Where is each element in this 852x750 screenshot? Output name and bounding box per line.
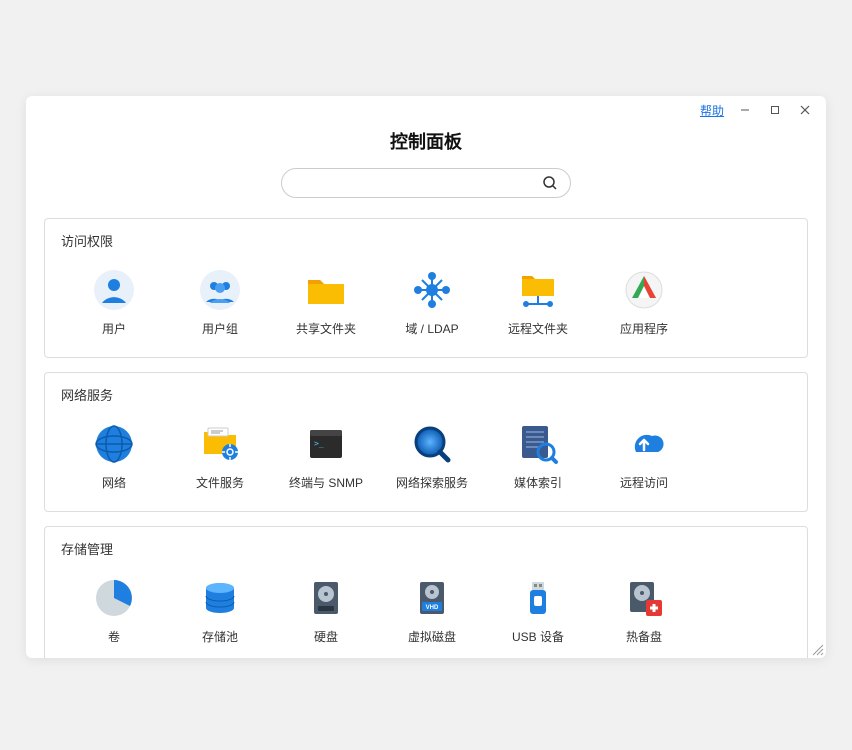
item-disk[interactable]: 硬盘: [273, 572, 379, 649]
item-label: 远程文件夹: [508, 320, 568, 337]
item-remote-access[interactable]: 远程访问: [591, 418, 697, 495]
item-domain-ldap[interactable]: 域 / LDAP: [379, 264, 485, 341]
item-terminal-snmp[interactable]: >_ 终端与 SNMP: [273, 418, 379, 495]
help-link[interactable]: 帮助: [700, 102, 724, 119]
titlebar: 帮助: [26, 96, 826, 124]
item-label: USB 设备: [512, 628, 564, 645]
section-title: 网络服务: [61, 385, 791, 404]
remote-folder-icon: [516, 268, 560, 312]
volume-icon: [92, 576, 136, 620]
network-icon: [92, 422, 136, 466]
user-icon: [92, 268, 136, 312]
item-label: 用户组: [202, 320, 238, 337]
network-discovery-icon: [410, 422, 454, 466]
item-remote-folder[interactable]: 远程文件夹: [485, 264, 591, 341]
item-label: 文件服务: [196, 474, 244, 491]
search-box[interactable]: [281, 168, 571, 198]
page-title: 控制面板: [26, 128, 826, 154]
item-user-groups[interactable]: 用户组: [167, 264, 273, 341]
item-label: 终端与 SNMP: [289, 474, 363, 491]
item-label: 域 / LDAP: [405, 320, 458, 337]
content-area[interactable]: 访问权限 用户 用户组: [26, 208, 826, 658]
item-storage-pool[interactable]: 存储池: [167, 572, 273, 649]
virtual-disk-icon: VHD: [410, 576, 454, 620]
item-virtual-disk[interactable]: VHD 虚拟磁盘: [379, 572, 485, 649]
usb-device-icon: [516, 576, 560, 620]
hyper-cache-icon: SSD: [92, 653, 136, 658]
search-icon: [542, 175, 558, 191]
resize-handle[interactable]: [810, 642, 824, 656]
section-title: 存储管理: [61, 539, 791, 558]
maximize-button[interactable]: [760, 99, 790, 121]
item-label: 远程访问: [620, 474, 668, 491]
item-usb-device[interactable]: USB 设备: [485, 572, 591, 649]
disk-icon: [304, 576, 348, 620]
close-button[interactable]: [790, 99, 820, 121]
item-label: 用户: [102, 320, 126, 337]
user-group-icon: [198, 268, 242, 312]
item-grid: 用户 用户组 共享文件夹: [61, 264, 791, 341]
minimize-button[interactable]: [730, 99, 760, 121]
item-network-discovery[interactable]: 网络探索服务: [379, 418, 485, 495]
item-label: 卷: [108, 628, 120, 645]
section-access-privileges: 访问权限 用户 用户组: [44, 218, 808, 358]
item-media-index[interactable]: 媒体索引: [485, 418, 591, 495]
item-label: 硬盘: [314, 628, 338, 645]
applications-icon: [622, 268, 666, 312]
item-label: 热备盘: [626, 628, 662, 645]
item-applications[interactable]: 应用程序: [591, 264, 697, 341]
item-volume[interactable]: 卷: [61, 572, 167, 649]
media-index-icon: [516, 422, 560, 466]
item-grid: 网络 文件服务 >_ 终端与 SNMP: [61, 418, 791, 495]
item-network[interactable]: 网络: [61, 418, 167, 495]
item-shared-folder[interactable]: 共享文件夹: [273, 264, 379, 341]
file-service-icon: [198, 422, 242, 466]
item-label: 共享文件夹: [296, 320, 356, 337]
item-hot-spare[interactable]: 热备盘: [591, 572, 697, 649]
item-hyper-cache[interactable]: SSD Hyper Cache: [61, 649, 167, 658]
remote-access-icon: [622, 422, 666, 466]
item-file-service[interactable]: 文件服务: [167, 418, 273, 495]
item-label: 存储池: [202, 628, 238, 645]
hot-spare-icon: [622, 576, 666, 620]
item-label: 虚拟磁盘: [408, 628, 456, 645]
item-label: 网络探索服务: [396, 474, 468, 491]
control-panel-window: 帮助 控制面板 访问权限: [26, 96, 826, 658]
storage-pool-icon: [198, 576, 242, 620]
item-users[interactable]: 用户: [61, 264, 167, 341]
section-storage-management: 存储管理 卷 存储池: [44, 526, 808, 658]
domain-ldap-icon: [410, 268, 454, 312]
section-network-services: 网络服务 网络 文件服务 >_: [44, 372, 808, 512]
item-grid: 卷 存储池 硬盘 VHD: [61, 572, 791, 658]
svg-text:>_: >_: [314, 439, 324, 448]
search-input[interactable]: [294, 176, 542, 191]
svg-text:VHD: VHD: [426, 605, 439, 611]
header: 控制面板: [26, 124, 826, 208]
item-label: 应用程序: [620, 320, 668, 337]
item-label: 媒体索引: [514, 474, 562, 491]
terminal-snmp-icon: >_: [304, 422, 348, 466]
section-title: 访问权限: [61, 231, 791, 250]
item-label: 网络: [102, 474, 126, 491]
shared-folder-icon: [304, 268, 348, 312]
